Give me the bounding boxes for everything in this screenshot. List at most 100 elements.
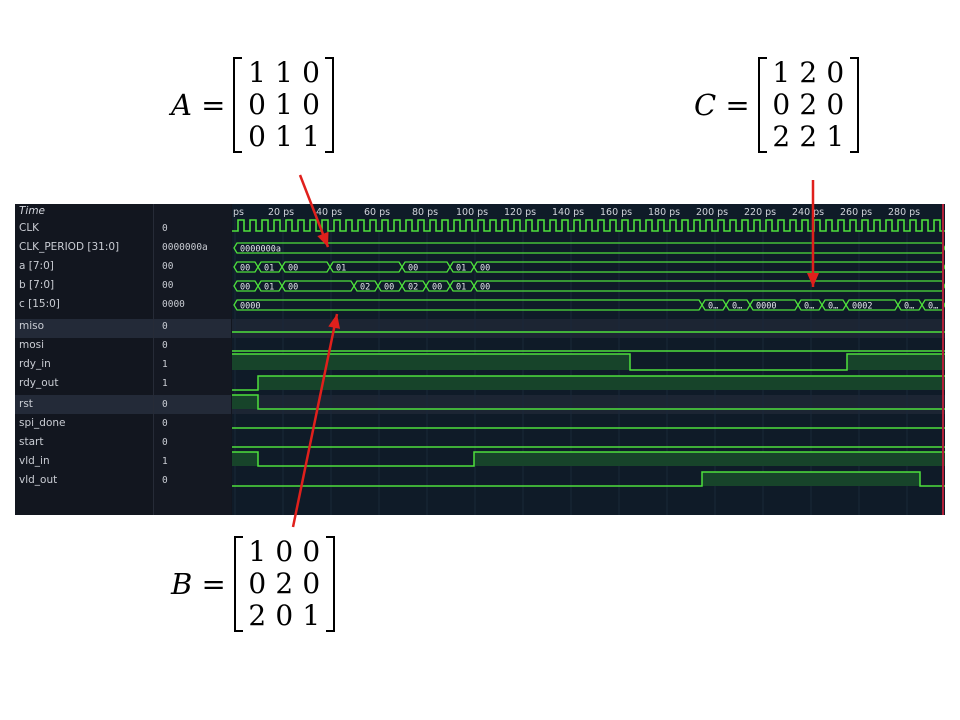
clk-wave: [232, 219, 945, 232]
b-bus-value-label: 01: [264, 283, 274, 293]
matrix-cell: 0: [826, 56, 845, 89]
signal-name-rdy-in[interactable]: rdy_in: [19, 355, 51, 374]
signal-name-vld-in[interactable]: vld_in: [19, 452, 50, 471]
matrix-cell: 0: [275, 599, 294, 632]
rst-high-fill: [232, 395, 258, 409]
row-highlight: [232, 395, 945, 414]
matrix-cell: 1: [275, 56, 293, 89]
matrix-a: A = 1 1 0 0 1 0 0 1 1: [171, 57, 335, 153]
signal-name-miso[interactable]: miso: [19, 317, 44, 336]
matrix-cell: 0: [248, 88, 266, 121]
signal-name-c[interactable]: c [15:0]: [19, 295, 60, 314]
signal-name-b[interactable]: b [7:0]: [19, 276, 54, 295]
matrix-cell: 1: [772, 56, 791, 89]
matrix-cell: 1: [302, 120, 320, 153]
signal-value-start: 0: [162, 437, 168, 448]
row-highlight: [232, 319, 945, 338]
matrix-c: C = 1 2 0 0 2 0 2 2 1: [694, 57, 859, 153]
vld-in-high-fill: [232, 452, 258, 466]
signal-value-clk: 0: [162, 223, 168, 234]
signal-value-c: 0000: [162, 299, 185, 310]
matrix-cell: 0: [826, 88, 845, 121]
signal-value-rdy-out: 1: [162, 378, 168, 389]
signal-name-a[interactable]: a [7:0]: [19, 257, 54, 276]
b-bus-value-label: 00: [480, 283, 490, 293]
a-bus-value-label: 00: [408, 264, 418, 274]
matrix-cell: 2: [799, 56, 818, 89]
signal-name-clk[interactable]: CLK: [19, 219, 39, 238]
b-bus-value-label: 00: [240, 283, 250, 293]
matrix-cell: 0: [248, 567, 267, 600]
c-bus-segment: [233, 299, 703, 311]
matrix-cell: 1: [302, 599, 321, 632]
matrix-c-grid: 1 2 0 0 2 0 2 2 1: [768, 57, 849, 153]
signal-value-b: 00: [162, 280, 174, 291]
b-bus-segment: [473, 280, 945, 292]
waveform-viewer: Time CLK CLK_PERIOD [31:0] a [7:0] b [7:…: [15, 204, 945, 515]
matrix-cell: 1: [248, 56, 266, 89]
signal-name-vld-out[interactable]: vld_out: [19, 471, 57, 490]
a-bus-value-label: 00: [288, 264, 298, 274]
signal-names-pane[interactable]: Time CLK CLK_PERIOD [31:0] a [7:0] b [7:…: [15, 204, 154, 515]
clk-period-bus-segment: [233, 242, 945, 254]
row-highlight: [15, 395, 153, 414]
matrix-b-brackets: 1 0 0 0 2 0 2 0 1: [233, 535, 335, 632]
c-bus-value-label: 0…: [828, 302, 838, 312]
matrix-a-brackets: 1 1 0 0 1 0 0 1 1: [233, 57, 335, 153]
signal-name-mosi[interactable]: mosi: [19, 336, 44, 355]
b-bus-value-label: 02: [360, 283, 370, 293]
signal-value-clk-period: 0000000a: [162, 242, 208, 253]
vld-in-high-fill: [474, 452, 945, 466]
matrix-cell: 2: [799, 120, 818, 153]
rdy-in-high-fill: [232, 354, 630, 370]
waveform-canvas[interactable]: ps 20 ps 40 ps 60 ps 80 ps 100 ps 120 ps…: [232, 204, 945, 515]
a-bus-value-label: 01: [456, 264, 466, 274]
matrix-cell: 1: [248, 535, 267, 568]
a-bus-value-label: 00: [480, 264, 490, 274]
b-bus-value-label: 00: [384, 283, 394, 293]
clk-period-bus-value-label: 0000000a: [240, 245, 281, 255]
b-bus-value-label: 00: [288, 283, 298, 293]
signal-value-vld-in: 1: [162, 456, 168, 467]
signal-value-a: 00: [162, 261, 174, 272]
matrix-cell: 2: [799, 88, 818, 121]
matrix-cell: 1: [275, 88, 293, 121]
matrix-a-label: A =: [171, 88, 226, 122]
waveform-traces: 0000000a00 01 00 01 00 01 0000 01 00 02 00 02 00 01 00…: [232, 204, 945, 515]
a-bus-value-label: 01: [336, 264, 346, 274]
c-bus-value-label: 0000: [240, 302, 260, 312]
matrix-cell: 0: [302, 535, 321, 568]
c-bus-value-label: 0…: [928, 302, 938, 312]
rdy-in-high-fill: [847, 354, 945, 370]
matrix-cell: 0: [302, 88, 320, 121]
vld-out-high-fill: [702, 472, 920, 486]
c-bus-value-label: 0002: [852, 302, 872, 312]
signal-name-spi-done[interactable]: spi_done: [19, 414, 66, 433]
matrix-cell: 0: [772, 88, 791, 121]
matrix-cell: 2: [772, 120, 791, 153]
signal-name-clk-period[interactable]: CLK_PERIOD [31:0]: [19, 238, 119, 257]
matrix-cell: 0: [275, 535, 294, 568]
matrix-cell: 0: [248, 120, 266, 153]
signal-value-miso: 0: [162, 321, 168, 332]
matrix-b-label: B =: [171, 567, 226, 601]
matrix-cell: 1: [826, 120, 845, 153]
c-bus-value-label: 0…: [904, 302, 914, 312]
matrix-cell: 1: [275, 120, 293, 153]
signal-name-rst[interactable]: rst: [19, 395, 33, 414]
signal-value-rst: 0: [162, 399, 168, 410]
matrix-a-grid: 1 1 0 0 1 0 0 1 1: [243, 57, 324, 153]
signal-name-start[interactable]: start: [19, 433, 43, 452]
signal-values-pane: 0 0000000a 00 00 0000 0 0 1 1 0 0 0 1 0: [154, 204, 231, 515]
signal-value-vld-out: 0: [162, 475, 168, 486]
b-bus-value-label: 02: [408, 283, 418, 293]
matrix-cell: 0: [302, 567, 321, 600]
c-bus-value-label: 0…: [732, 302, 742, 312]
c-bus-value-label: 0…: [708, 302, 718, 312]
matrix-b: B = 1 0 0 0 2 0 2 0 1: [171, 536, 335, 632]
signal-name-rdy-out[interactable]: rdy_out: [19, 374, 58, 393]
b-bus-value-label: 00: [432, 283, 442, 293]
c-bus-value-label: 0000: [756, 302, 776, 312]
rdy-out-high-fill: [258, 376, 945, 390]
signal-value-spi-done: 0: [162, 418, 168, 429]
